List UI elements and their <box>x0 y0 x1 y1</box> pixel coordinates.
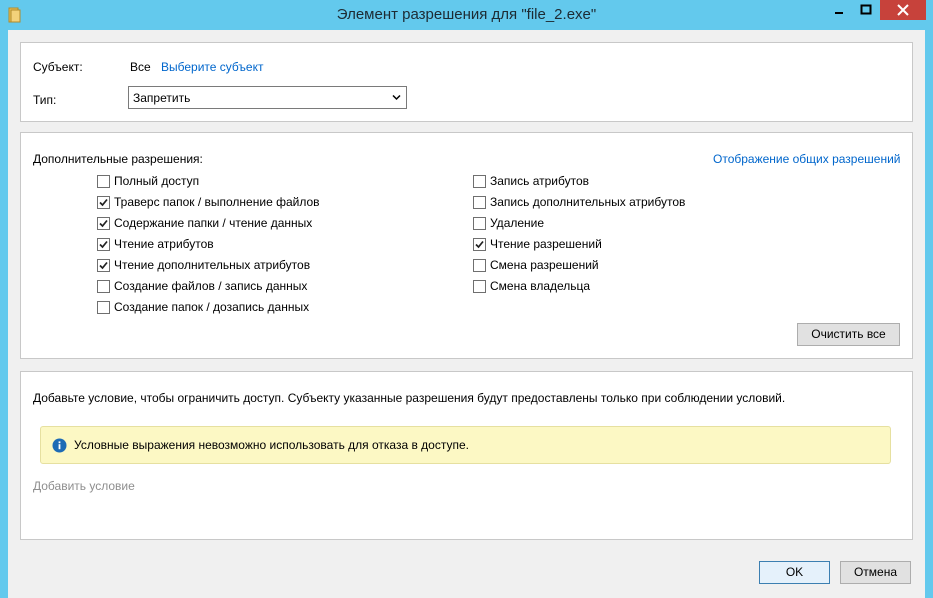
title-bar[interactable]: Элемент разрешения для "file_2.exe" <box>0 0 933 30</box>
type-dropdown[interactable]: Запретить <box>128 86 407 109</box>
permission-label: Траверс папок / выполнение файлов <box>114 195 320 209</box>
permission-label: Чтение атрибутов <box>114 237 214 251</box>
permission-checkbox[interactable] <box>97 238 110 251</box>
permission-checkbox[interactable] <box>97 280 110 293</box>
permission-checkbox[interactable] <box>97 259 110 272</box>
principal-value: Все <box>130 60 151 74</box>
permission-label: Запись атрибутов <box>490 174 590 188</box>
permission-label: Чтение дополнительных атрибутов <box>114 258 311 272</box>
permission-checkbox[interactable] <box>473 175 486 188</box>
minimize-button[interactable] <box>826 0 852 20</box>
permission-checkbox[interactable] <box>97 217 110 230</box>
permission-checkbox[interactable] <box>473 259 486 272</box>
permission-checkbox[interactable] <box>473 196 486 209</box>
show-basic-permissions-link[interactable]: Отображение общих разрешений <box>713 152 900 166</box>
permission-label: Запись дополнительных атрибутов <box>490 195 686 209</box>
info-icon <box>52 438 67 453</box>
permission-label: Смена владельца <box>490 279 591 293</box>
type-dropdown-value: Запретить <box>133 91 191 105</box>
principal-label: Субъект: <box>33 60 83 74</box>
condition-panel: Добавьте условие, чтобы ограничить досту… <box>20 371 913 540</box>
permission-label: Чтение разрешений <box>490 237 602 251</box>
permission-label: Смена разрешений <box>490 258 599 272</box>
checkmark-icon <box>99 219 108 228</box>
close-button[interactable] <box>880 0 926 20</box>
ok-button[interactable]: OK <box>759 561 830 584</box>
permission-label: Создание файлов / запись данных <box>114 279 308 293</box>
permission-checkbox[interactable] <box>473 280 486 293</box>
permission-checkbox[interactable] <box>97 196 110 209</box>
permissions-panel: Дополнительные разрешения: Отображение о… <box>20 132 913 359</box>
maximize-button[interactable] <box>852 0 880 20</box>
condition-description: Добавьте условие, чтобы ограничить досту… <box>33 391 786 405</box>
type-label: Тип: <box>33 93 57 107</box>
permission-checkbox[interactable] <box>97 301 110 314</box>
permission-checkbox[interactable] <box>97 175 110 188</box>
permission-checkbox[interactable] <box>473 217 486 230</box>
minimize-icon <box>835 12 843 14</box>
add-condition-link[interactable]: Добавить условие <box>33 479 135 493</box>
permissions-heading: Дополнительные разрешения: <box>33 152 203 166</box>
checkmark-icon <box>475 240 484 249</box>
clear-all-button[interactable]: Очистить все <box>797 323 900 346</box>
select-principal-link[interactable]: Выберите субъект <box>161 60 263 74</box>
checkmark-icon <box>99 261 108 270</box>
cancel-button[interactable]: Отмена <box>840 561 911 584</box>
dialog-client-area: Субъект: Все Выберите субъект Тип: Запре… <box>8 30 925 598</box>
info-banner: Условные выражения невозможно использова… <box>40 426 891 464</box>
close-icon <box>897 4 909 16</box>
info-text: Условные выражения невозможно использова… <box>74 438 469 452</box>
checkmark-icon <box>99 198 108 207</box>
permission-checkbox[interactable] <box>473 238 486 251</box>
permission-label: Создание папок / дозапись данных <box>114 300 310 314</box>
window-title: Элемент разрешения для "file_2.exe" <box>336 6 597 23</box>
checkmark-icon <box>99 240 108 249</box>
permission-label: Полный доступ <box>114 174 200 188</box>
maximize-icon <box>860 4 872 15</box>
permission-entry-window: Элемент разрешения для "file_2.exe" Субъ… <box>0 0 933 598</box>
permission-label: Содержание папки / чтение данных <box>114 216 313 230</box>
permission-label: Удаление <box>490 216 545 230</box>
principal-panel: Субъект: Все Выберите субъект Тип: Запре… <box>20 42 913 122</box>
chevron-down-icon <box>392 94 401 101</box>
